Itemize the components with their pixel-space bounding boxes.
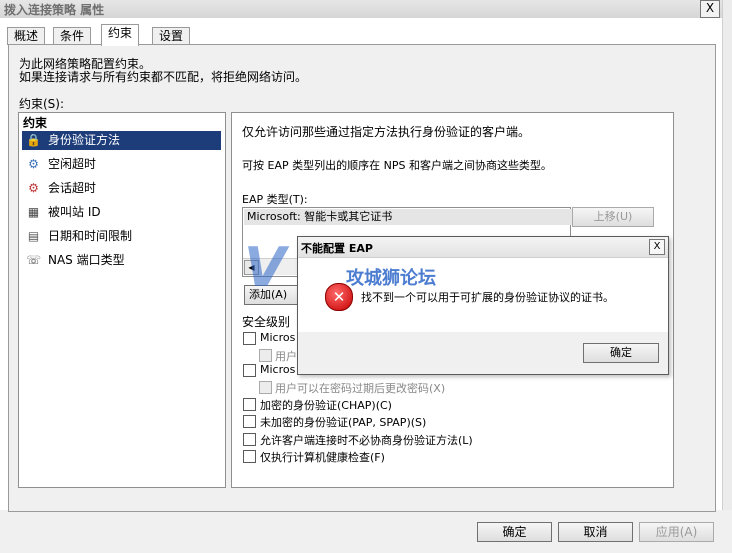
constraint-item-called-station[interactable]: ▦ 被叫站 ID [22, 203, 221, 222]
tab-constraints[interactable]: 约束 [101, 24, 140, 46]
station-icon: ▦ [27, 205, 40, 219]
error-dialog-title: 不能配置 EAP [301, 242, 373, 255]
mschapv2-checkbox[interactable] [243, 332, 256, 345]
eap-types-label: EAP 类型(T): [242, 193, 308, 206]
session-icon: ⚙ [28, 181, 39, 195]
nas-icon: ☏ [26, 253, 42, 267]
error-dialog-close-button[interactable]: X [649, 239, 665, 255]
constraints-label: 约束(S): [19, 97, 65, 111]
constraint-item-label: 空闲超时 [48, 157, 97, 171]
chap-checkbox[interactable] [243, 398, 256, 411]
constraint-item-session-timeout[interactable]: ⚙ 会话超时 [22, 179, 221, 198]
eap-order-note: 可按 EAP 类型列出的顺序在 NPS 和客户端之间协商这些类型。 [242, 159, 552, 172]
error-dialog-ok-button[interactable]: 确定 [583, 343, 659, 363]
no-negotiate-checkbox[interactable] [243, 433, 256, 446]
error-dialog-message: 找不到一个可以用于可扩展的身份验证协议的证书。 [361, 291, 614, 304]
constraint-item-auth-methods[interactable]: 🔒 身份验证方法 [22, 131, 221, 150]
constraint-item-label: 身份验证方法 [48, 133, 121, 147]
constraint-item-nas-port[interactable]: ☏ NAS 端口类型 [22, 251, 221, 270]
lock-icon: 🔒 [26, 133, 41, 147]
window-right-edge [722, 0, 732, 553]
tab-overview[interactable]: 概述 [7, 27, 46, 45]
ok-button[interactable]: 确定 [477, 522, 552, 542]
window-close-button[interactable]: X [700, 0, 720, 18]
auth-intro-text: 仅允许访问那些通过指定方法执行身份验证的客户端。 [242, 125, 531, 139]
window-title-bar: 拨入连接策略 属性 [0, 0, 732, 18]
tab-settings[interactable]: 设置 [152, 27, 191, 45]
no-negotiate-label: 允许客户端连接时不必协商身份验证方法(L) [260, 434, 473, 447]
cancel-button[interactable]: 取消 [558, 522, 633, 542]
dialog-footer: 确定 取消 应用(A) [0, 510, 732, 553]
pap-checkbox[interactable] [243, 415, 256, 428]
tab-conditions[interactable]: 条件 [53, 27, 92, 45]
constraints-list-header: 约束 [23, 116, 48, 130]
mschap-checkbox[interactable] [243, 364, 256, 377]
chap-label: 加密的身份验证(CHAP)(C) [260, 399, 392, 412]
move-up-button[interactable]: 上移(U) [572, 207, 654, 227]
health-check-only-label: 仅执行计算机健康检查(F) [260, 451, 385, 464]
constraints-list[interactable]: 约束 🔒 身份验证方法 ⚙ 空闲超时 ⚙ 会话超时 ▦ 被叫站 ID ▤ 日期和… [18, 112, 226, 488]
pap-label: 未加密的身份验证(PAP, SPAP)(S) [260, 416, 427, 429]
window-title: 拨入连接策略 属性 [4, 3, 105, 17]
error-dialog-title-bar: 不能配置 EAP X [298, 237, 668, 258]
error-dialog: 不能配置 EAP X ✕ 找不到一个可以用于可扩展的身份验证协议的证书。 确定 [297, 236, 669, 375]
mschapv2-label: Micros [260, 331, 296, 344]
constraint-item-idle-timeout[interactable]: ⚙ 空闲超时 [22, 155, 221, 174]
constraint-item-label: 日期和时间限制 [48, 229, 133, 243]
constraint-item-label: NAS 端口类型 [48, 253, 125, 267]
eap-type-item[interactable]: Microsoft: 智能卡或其它证书 [244, 209, 572, 225]
constraint-item-label: 被叫站 ID [48, 205, 101, 219]
watermark-logo: V [244, 236, 286, 299]
description-line-2: 如果连接请求与所有约束都不匹配，将拒绝网络访问。 [19, 70, 308, 84]
mschap-label: Micros [260, 363, 296, 376]
idle-icon: ⚙ [28, 157, 39, 171]
apply-button[interactable]: 应用(A) [639, 522, 714, 542]
constraint-item-date-time[interactable]: ▤ 日期和时间限制 [22, 227, 221, 246]
mschap-password-expired-checkbox[interactable] [259, 381, 272, 394]
health-check-only-checkbox[interactable] [243, 450, 256, 463]
mschap-password-expired-label: 用户可以在密码过期后更改密码(X) [275, 382, 446, 395]
calendar-icon: ▤ [27, 229, 40, 243]
constraint-item-label: 会话超时 [48, 181, 97, 195]
watermark-text: 攻城狮论坛 [346, 268, 436, 289]
mschapv2-password-change-checkbox[interactable] [259, 349, 272, 362]
secure-methods-label: 安全级别 [242, 315, 291, 329]
mschapv2-password-change-label: 用户 [275, 350, 297, 363]
